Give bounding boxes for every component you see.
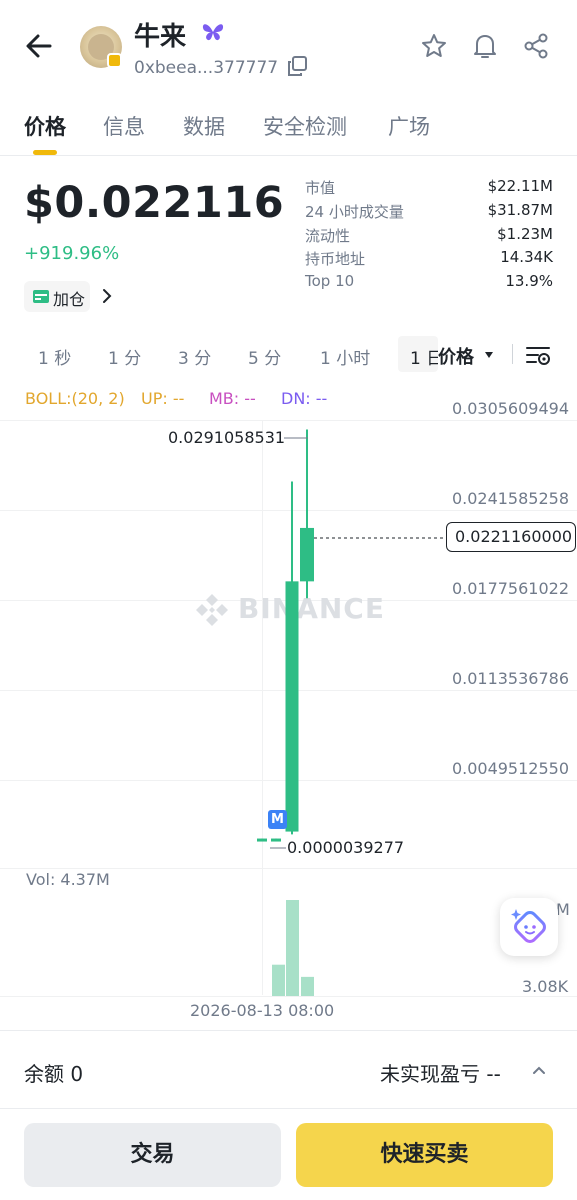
unrealized-pnl-label[interactable]: 未实现盈亏 -- — [380, 1058, 501, 1087]
volume-max-label: M — [556, 900, 570, 919]
candle-body — [300, 527, 314, 582]
volume-bar — [272, 964, 285, 996]
ai-assistant-icon[interactable] — [508, 905, 550, 947]
volume-bar — [301, 976, 314, 996]
low-price-label: 0.0000039277 — [287, 838, 405, 857]
candle-body — [257, 838, 267, 842]
migration-marker[interactable]: M — [268, 810, 287, 829]
chevron-up-icon[interactable] — [531, 1064, 547, 1076]
trade-button[interactable]: 交易 — [24, 1123, 281, 1187]
quick-trade-button[interactable]: 快速买卖 — [296, 1123, 553, 1187]
balance-label: 余额 0 — [24, 1062, 84, 1086]
divider — [0, 1108, 577, 1109]
volume-min-label: 3.08K — [522, 977, 569, 996]
current-price-tag: 0.0221160000 — [446, 522, 576, 552]
volume-bar — [286, 900, 299, 996]
volume-label: Vol: 4.37M — [26, 870, 110, 889]
candle-body — [285, 581, 299, 832]
candle-body — [271, 838, 281, 842]
high-price-label: 0.0291058531 — [168, 428, 286, 447]
divider — [0, 1030, 577, 1031]
x-axis-date: 2026-08-13 08:00 — [190, 1001, 335, 1020]
